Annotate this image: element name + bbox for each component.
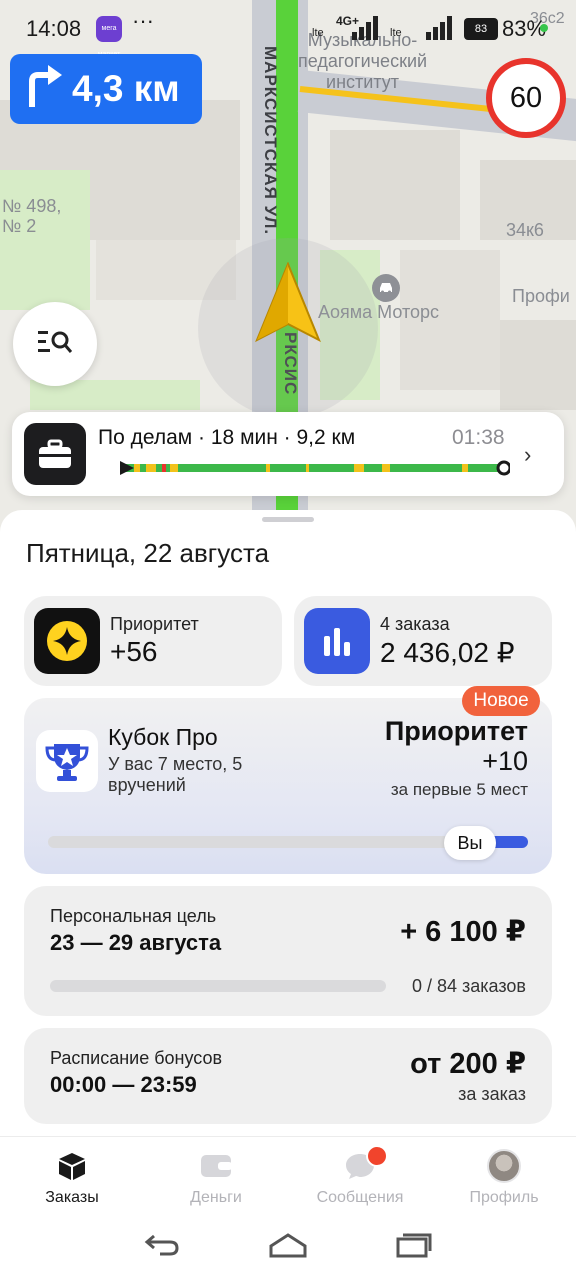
route-time: 01:38: [452, 426, 505, 449]
car-icon: [372, 274, 400, 302]
cup-reward-title: Приоритет: [384, 716, 528, 746]
network-type: 4G+: [336, 14, 360, 28]
goal-progress-text: 0 / 84 заказов: [411, 976, 526, 996]
search-list-icon: [38, 329, 73, 360]
priority-icon: [34, 608, 100, 674]
route-progress: [106, 460, 510, 476]
chevron-right-icon: ›: [524, 442, 532, 467]
signal-icon-2: lte: [390, 14, 462, 42]
chart-bars-icon: [304, 608, 370, 674]
tab-profile[interactable]: Профиль: [432, 1137, 576, 1213]
more-notifications-icon: ···: [132, 8, 154, 33]
status-bar: 14:08 мега маркет ··· lte 4G+ lte 83 83%: [0, 0, 576, 58]
house-label: № 498,: [2, 196, 62, 216]
tab-label: Заказы: [45, 1189, 99, 1206]
goal-dates: 23 — 29 августа: [50, 930, 222, 955]
svg-text:lte: lte: [390, 27, 402, 39]
goal-progress-bar: [50, 980, 386, 992]
tab-bar: Заказы Деньги Сообщения Профиль: [0, 1136, 576, 1212]
avatar: [487, 1149, 521, 1183]
tab-orders[interactable]: Заказы: [0, 1137, 144, 1213]
schedule-hours: 00:00 — 23:59: [50, 1072, 197, 1097]
date-title: Пятница, 22 августа: [26, 538, 270, 568]
street-label: МАРКСИСТСКАЯ УЛ.: [261, 46, 280, 236]
cup-reward-note: за первые 5 мест: [390, 780, 528, 799]
cup-reward-value: +10: [482, 746, 528, 776]
maneuver-distance: 4,3 км: [72, 68, 180, 109]
turn-right-icon: [26, 64, 62, 114]
wallet-icon: [200, 1151, 232, 1181]
tab-money[interactable]: Деньги: [144, 1137, 288, 1213]
place-label: Профи: [512, 286, 570, 306]
schedule-value: от 200 ₽: [410, 1048, 526, 1080]
goal-label: Персональная цель: [50, 906, 217, 926]
briefcase-icon: [24, 423, 86, 485]
tab-label: Сообщения: [316, 1189, 404, 1206]
trophy-icon: [36, 730, 98, 792]
speed-limit-sign: 60: [486, 58, 566, 138]
navigation-arrow-icon: [255, 261, 321, 349]
battery-icon: 83: [464, 18, 498, 40]
orders-card[interactable]: 4 заказа 2 436,02 ₽: [294, 596, 552, 686]
mega-market-app-icon: мега маркет: [96, 16, 122, 58]
sheet-handle[interactable]: [262, 517, 314, 522]
cup-subtitle: У вас 7 место, 5 вручений: [108, 754, 243, 795]
building-label: 34к6: [506, 220, 544, 240]
messages-icon: [344, 1145, 388, 1181]
unread-badge: [366, 1145, 388, 1167]
priority-card[interactable]: Приоритет +56: [24, 596, 282, 686]
bonus-schedule-card[interactable]: Расписание бонусов 00:00 — 23:59 от 200 …: [24, 1028, 552, 1124]
maneuver-badge[interactable]: 4,3 км: [10, 54, 202, 124]
schedule-note: за заказ: [458, 1084, 526, 1104]
orders-icon: [57, 1151, 87, 1181]
svg-text:lte: lte: [312, 27, 324, 39]
orders-value: 2 436,02 ₽: [380, 637, 515, 668]
recent-apps-icon[interactable]: [396, 1232, 432, 1263]
tab-label: Деньги: [190, 1189, 242, 1206]
route-card[interactable]: По делам · 18 мин · 9,2 км 01:38 ›: [12, 412, 564, 496]
search-button[interactable]: [13, 302, 97, 386]
orders-label: 4 заказа: [380, 614, 450, 634]
house-label: № 2: [2, 216, 37, 236]
home-icon[interactable]: [268, 1232, 308, 1263]
schedule-label: Расписание бонусов: [50, 1048, 223, 1068]
status-time: 14:08: [26, 16, 82, 41]
personal-goal-card[interactable]: Персональная цель 23 — 29 августа + 6 10…: [24, 886, 552, 1016]
tab-messages[interactable]: Сообщения: [288, 1137, 432, 1213]
privacy-indicator: [540, 24, 548, 32]
new-badge: Новое: [462, 686, 540, 716]
bottom-sheet[interactable]: Пятница, 22 августа Приоритет +56 4 зака…: [0, 510, 576, 1140]
cup-card[interactable]: Кубок Про У вас 7 место, 5 вручений Прио…: [24, 698, 552, 874]
tab-label: Профиль: [469, 1189, 539, 1206]
system-navigation-bar: [0, 1212, 576, 1280]
goal-value: + 6 100 ₽: [400, 916, 526, 948]
cup-you-marker: Вы: [444, 826, 496, 860]
route-title: По делам · 18 мин · 9,2 км: [98, 426, 356, 449]
priority-value: +56: [110, 636, 158, 667]
back-icon[interactable]: [144, 1232, 180, 1263]
cup-title: Кубок Про: [108, 724, 218, 750]
priority-label: Приоритет: [110, 614, 199, 634]
